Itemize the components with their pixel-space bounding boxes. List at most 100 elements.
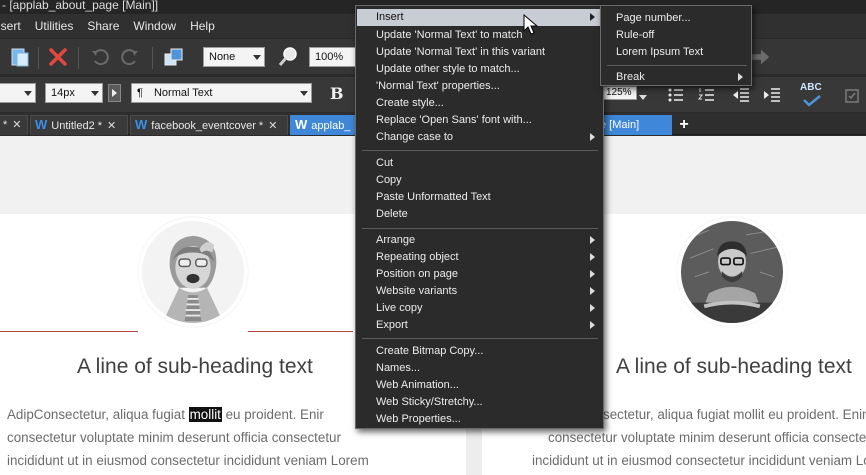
menu-item-label: Export	[376, 319, 408, 331]
zoom-icon[interactable]	[276, 45, 300, 69]
subheading-text[interactable]: A line of sub-heading text	[77, 355, 313, 379]
body-text-line-1[interactable]: AdipConsectetur, aliqua fugiat mollit eu…	[7, 403, 324, 426]
object-fill-dropdown[interactable]: None	[203, 47, 265, 67]
text-style-dropdown[interactable]: ¶ Normal Text	[131, 83, 312, 103]
submenu-arrow-icon	[590, 270, 595, 278]
spacing-caret-icon[interactable]	[639, 95, 647, 100]
menu-item-create-style[interactable]: Create style...	[357, 95, 602, 112]
insert-submenu: Page number... Rule-off Lorem Ipsum Text…	[600, 5, 752, 86]
tab-label: *	[3, 119, 8, 131]
menu-item-repeating-object[interactable]: Repeating object	[357, 249, 602, 266]
close-icon[interactable]: ✕	[268, 120, 277, 132]
menu-item-update-in-variant[interactable]: Update 'Normal Text' in this variant	[357, 44, 602, 61]
body-text-line-3[interactable]: incididunt ut in eiusmod consectetur inc…	[532, 449, 866, 472]
menu-item-cut[interactable]: Cut	[357, 155, 602, 172]
submenu-arrow-icon	[590, 304, 595, 312]
menu-item-replace-font[interactable]: Replace 'Open Sans' font with...	[357, 112, 602, 129]
submenu-item-lorem-ipsum[interactable]: Lorem Ipsum Text	[602, 44, 750, 61]
rule-line-right	[248, 331, 353, 332]
tab-facebook-eventcover[interactable]: Wfacebook_eventcover * ✕	[130, 115, 288, 135]
tab-untitled2[interactable]: W Untitled2 * ✕	[30, 115, 128, 135]
redo-icon[interactable]	[118, 45, 142, 69]
menu-item-web-sticky-stretchy[interactable]: Web Sticky/Stretchy...	[357, 394, 602, 411]
menu-item-change-case[interactable]: Change case to	[357, 129, 602, 146]
body-text-segment: AdipConsectetur, aliqua fugiat	[7, 407, 189, 422]
submenu-item-page-number[interactable]: Page number...	[602, 10, 750, 27]
tab-label: applab_	[311, 120, 351, 132]
selected-word[interactable]: mollit	[188, 407, 222, 422]
menu-help[interactable]: Help	[183, 14, 222, 38]
outdent-icon[interactable]	[729, 83, 753, 107]
menu-utilities[interactable]: Utilities	[28, 14, 81, 38]
arrange-icon[interactable]	[162, 45, 186, 69]
tab-applab-about-page[interactable]: Wapplab_	[290, 115, 360, 135]
font-dropdown[interactable]	[0, 83, 36, 103]
line-spacing-dropdown[interactable]: 125%	[603, 86, 637, 100]
menu-item-arrange[interactable]: Arrange	[357, 232, 602, 249]
document-icon: W	[35, 117, 48, 132]
text-format-icon[interactable]	[840, 83, 864, 107]
subheading-text[interactable]: A line of sub-heading text	[616, 355, 852, 379]
menu-item-names[interactable]: Names...	[357, 360, 602, 377]
menu-item-label: Break	[616, 71, 645, 83]
menu-item-style-properties[interactable]: 'Normal Text' properties...	[357, 78, 602, 95]
font-size-step-button[interactable]	[108, 84, 121, 102]
tab-label: Untitled2 *	[51, 120, 103, 132]
indent-icon[interactable]	[760, 83, 784, 107]
menu-item-paste-unformatted[interactable]: Paste Unformatted Text	[357, 189, 602, 206]
body-text-line-3[interactable]: incididunt ut in eiusmod consectetur inc…	[7, 449, 369, 472]
spellcheck-label: ABC	[800, 82, 822, 93]
close-icon[interactable]: ✕	[12, 119, 21, 131]
delete-icon[interactable]	[46, 45, 70, 69]
menu-item-website-variants[interactable]: Website variants	[357, 283, 602, 300]
undo-icon[interactable]	[88, 45, 112, 69]
document-icon: W	[135, 117, 148, 132]
bullet-list-icon[interactable]	[664, 83, 688, 107]
avatar-man[interactable]	[677, 217, 787, 327]
menu-item-copy[interactable]: Copy	[357, 172, 602, 189]
menu-item-export[interactable]: Export	[357, 317, 602, 334]
document-icon: W	[295, 117, 308, 132]
menu-item-create-bitmap-copy[interactable]: Create Bitmap Copy...	[357, 343, 602, 360]
menu-item-web-animation[interactable]: Web Animation...	[357, 377, 602, 394]
submenu-arrow-icon	[590, 133, 595, 141]
submenu-arrow-icon	[590, 321, 595, 329]
font-size-value: 14px	[51, 87, 75, 99]
submenu-arrow-icon	[738, 73, 743, 81]
rule-line-left	[0, 331, 138, 332]
menu-item-label: Arrange	[376, 234, 416, 246]
menu-item-position-on-page[interactable]: Position on page	[357, 266, 602, 283]
bold-button[interactable]: B	[330, 84, 344, 103]
menu-insert[interactable]: nsert	[0, 14, 28, 38]
font-size-dropdown[interactable]: 14px	[45, 83, 103, 103]
zoom-dropdown[interactable]: 100%	[309, 47, 359, 67]
body-text-line-2[interactable]: consectetur voluptate minim deserunt off…	[548, 426, 866, 449]
numbered-list-icon[interactable]	[695, 83, 719, 107]
menu-item-live-copy[interactable]: Live copy	[357, 300, 602, 317]
text-style-value: Normal Text	[153, 87, 213, 99]
menu-item-insert[interactable]: Insert	[357, 9, 602, 26]
new-tab-button[interactable]: +	[674, 115, 694, 135]
spellcheck-button[interactable]: ABC	[800, 82, 826, 108]
body-text-segment: eu proident. Enir	[221, 407, 324, 422]
tab-applab-about-page-main[interactable]: e [Main]	[596, 115, 672, 135]
body-text-line-2[interactable]: consectetur voluptate minim deserunt off…	[7, 426, 341, 449]
menu-item-update-normal-text[interactable]: Update 'Normal Text' to match	[357, 27, 602, 44]
menu-item-label: Change case to	[376, 131, 454, 143]
submenu-arrow-icon	[590, 236, 595, 244]
body-text-line-1[interactable]: sectetur, aliqua fugiat mollit eu proide…	[603, 403, 866, 426]
tab-document-1[interactable]: * ✕	[0, 115, 28, 135]
tab-label: e [Main]	[600, 119, 640, 131]
menu-item-update-other-style[interactable]: Update other style to match...	[357, 61, 602, 78]
object-fill-value: None	[209, 51, 236, 63]
menu-share[interactable]: Share	[80, 14, 126, 38]
close-icon[interactable]: ✕	[107, 120, 116, 132]
menu-item-delete[interactable]: Delete	[357, 206, 602, 223]
zoom-value: 100%	[315, 51, 344, 63]
avatar-woman[interactable]	[138, 217, 248, 327]
menu-item-web-properties[interactable]: Web Properties...	[357, 411, 602, 428]
submenu-item-break[interactable]: Break	[602, 69, 750, 86]
menu-window[interactable]: Window	[126, 14, 183, 38]
submenu-item-rule-off[interactable]: Rule-off	[602, 27, 750, 44]
paste-icon[interactable]	[8, 45, 32, 69]
